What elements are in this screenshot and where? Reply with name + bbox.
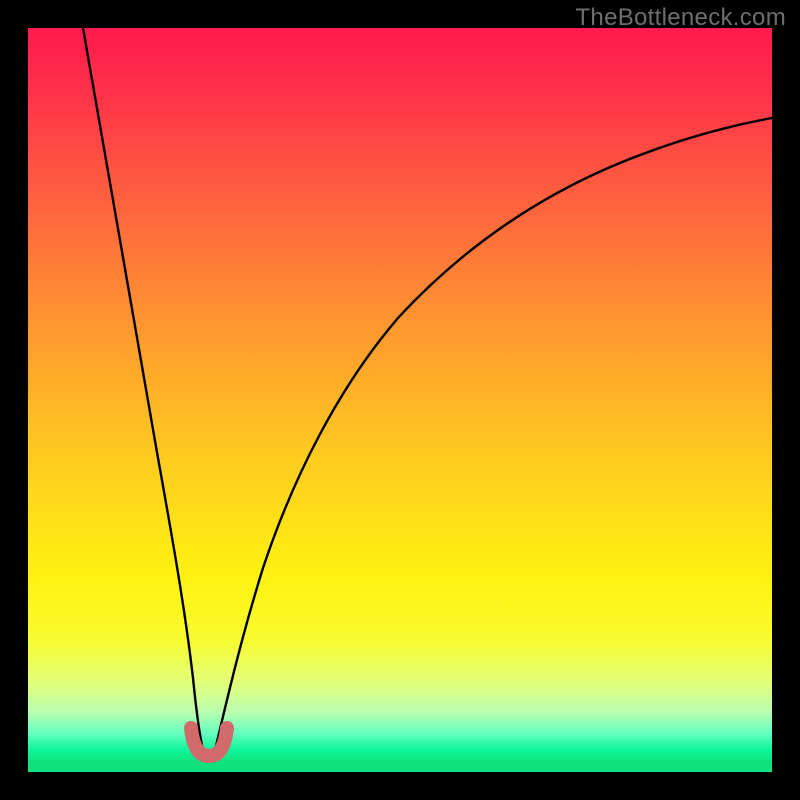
green-baseline-strip: [28, 760, 772, 772]
chart-frame: TheBottleneck.com: [0, 0, 800, 800]
curve-right-branch: [214, 118, 772, 754]
watermark-text: TheBottleneck.com: [575, 4, 786, 32]
trough-marker: [191, 728, 227, 756]
chart-overlay: [28, 28, 772, 772]
curve-left-branch: [83, 28, 204, 754]
